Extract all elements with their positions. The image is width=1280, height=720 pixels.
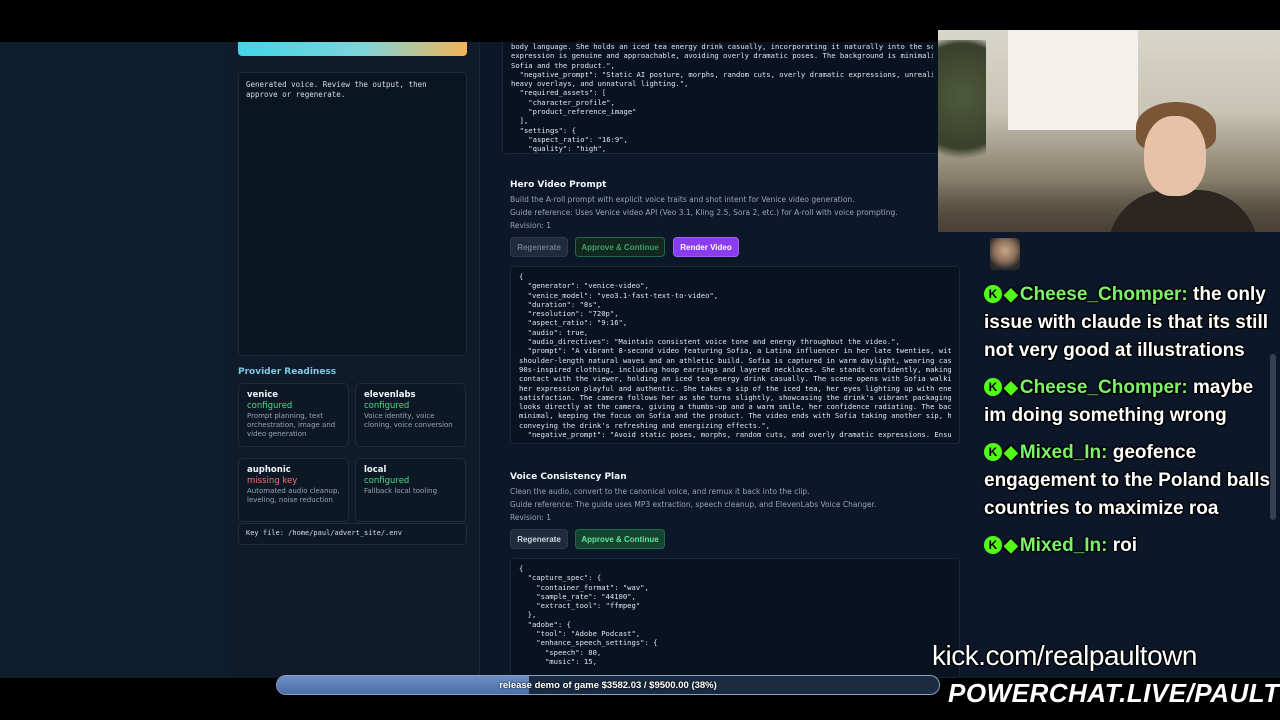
chat-message: K ◆ Cheese_Chomper: the only issue with cl… bbox=[984, 280, 1274, 365]
provider-name: elevenlabs bbox=[364, 390, 416, 400]
key-file-path: Key file: /home/paul/advert_site/.env bbox=[238, 523, 467, 545]
provider-status: configured bbox=[247, 401, 293, 411]
chat-avatar bbox=[990, 238, 1020, 270]
voice-plan-code[interactable]: { "capture_spec": { "container_format": … bbox=[510, 558, 960, 678]
provider-desc: Voice identity, voice cloning, voice con… bbox=[364, 412, 453, 429]
webcam-person-head bbox=[1144, 116, 1206, 196]
hero-prompt-code[interactable]: { "generator": "venice-video", "venice_m… bbox=[510, 266, 960, 444]
provider-card-local: local configured Fallback local tooling bbox=[355, 458, 466, 522]
kick-badge-icon: K bbox=[984, 536, 1002, 554]
hero-section-title: Hero Video Prompt bbox=[510, 180, 607, 190]
webcam-window bbox=[1008, 30, 1138, 130]
powerchat-url: POWERCHAT.LIVE/PAULTOWN bbox=[948, 678, 1280, 708]
voice-guide-reference: Guide reference: The guide uses MP3 extr… bbox=[510, 500, 877, 509]
provider-desc: Fallback local tooling bbox=[364, 487, 438, 495]
render-video-button[interactable]: Render Video bbox=[673, 237, 739, 257]
webcam-plant bbox=[938, 40, 986, 180]
voice-waveform-bar bbox=[238, 42, 467, 56]
chat-overlay: K ◆ Cheese_Chomper: the only issue with cl… bbox=[984, 280, 1274, 560]
donation-goal-bar: release demo of game $3582.03 / $9500.00… bbox=[276, 675, 940, 695]
chat-username: Mixed_In: bbox=[1019, 535, 1108, 556]
diamond-badge-icon: ◆ bbox=[1004, 442, 1018, 462]
hero-approve-button[interactable]: Approve & Continue bbox=[575, 237, 665, 257]
kick-badge-icon: K bbox=[984, 285, 1002, 303]
provider-status: missing key bbox=[247, 476, 298, 486]
kick-badge-icon: K bbox=[984, 443, 1002, 461]
diamond-badge-icon: ◆ bbox=[1004, 535, 1018, 555]
provider-desc: Automated audio cleanup, leveling, noise… bbox=[247, 487, 340, 504]
chat-message: K ◆ Mixed_In: roi bbox=[984, 531, 1274, 560]
voice-section-title: Voice Consistency Plan bbox=[510, 472, 627, 482]
donation-goal-text: release demo of game $3582.03 / $9500.00… bbox=[499, 679, 717, 691]
provider-desc: Prompt planning, text orchestration, ima… bbox=[247, 412, 336, 438]
provider-status: configured bbox=[364, 401, 410, 411]
provider-name: local bbox=[364, 465, 387, 475]
left-panel: Generated voice. Review the output, then… bbox=[230, 42, 480, 678]
hero-revision: Revision: 1 bbox=[510, 221, 552, 230]
voice-plan-json: { "capture_spec": { "container_format": … bbox=[519, 564, 658, 666]
webcam-feed bbox=[938, 30, 1280, 232]
hero-guide-reference: Guide reference: Uses Venice video API (… bbox=[510, 208, 898, 217]
previous-prompt-json: body language. She holds an iced tea ene… bbox=[511, 42, 933, 154]
hero-section-desc: Build the A-roll prompt with explicit vo… bbox=[510, 195, 855, 204]
provider-name: auphonic bbox=[247, 465, 291, 475]
provider-card-elevenlabs: elevenlabs configured Voice identity, vo… bbox=[355, 383, 466, 447]
chat-text: roi bbox=[1112, 535, 1138, 556]
chat-username: Mixed_In: bbox=[1019, 442, 1108, 463]
hero-prompt-json: { "generator": "venice-video", "venice_m… bbox=[519, 272, 951, 440]
provider-status: configured bbox=[364, 476, 410, 486]
voice-section-desc: Clean the audio, convert to the canonica… bbox=[510, 487, 810, 496]
chat-message: K ◆ Cheese_Chomper: maybe im doing somethi… bbox=[984, 373, 1274, 430]
provider-readiness-title: Provider Readiness bbox=[238, 367, 337, 377]
provider-card-venice: venice configured Prompt planning, text … bbox=[238, 383, 349, 447]
kick-url: kick.com/realpaultown bbox=[932, 640, 1197, 671]
diamond-badge-icon: ◆ bbox=[1004, 284, 1018, 304]
chat-message: K ◆ Mixed_In: geofence engagement to the P… bbox=[984, 438, 1274, 523]
left-gutter bbox=[0, 42, 230, 678]
previous-prompt-code[interactable]: body language. She holds an iced tea ene… bbox=[502, 42, 942, 154]
chat-username: Cheese_Chomper: bbox=[1019, 284, 1188, 305]
diamond-badge-icon: ◆ bbox=[1004, 377, 1018, 397]
provider-card-auphonic: auphonic missing key Automated audio cle… bbox=[238, 458, 349, 522]
hero-regenerate-button[interactable]: Regenerate bbox=[510, 237, 568, 257]
voice-revision: Revision: 1 bbox=[510, 513, 552, 522]
kick-badge-icon: K bbox=[984, 378, 1002, 396]
voice-output-text: Generated voice. Review the output, then… bbox=[246, 80, 427, 99]
chat-username: Cheese_Chomper: bbox=[1019, 377, 1188, 398]
provider-name: venice bbox=[247, 390, 279, 400]
voice-approve-button[interactable]: Approve & Continue bbox=[575, 529, 665, 549]
voice-output-box[interactable]: Generated voice. Review the output, then… bbox=[238, 72, 467, 356]
voice-regenerate-button[interactable]: Regenerate bbox=[510, 529, 568, 549]
